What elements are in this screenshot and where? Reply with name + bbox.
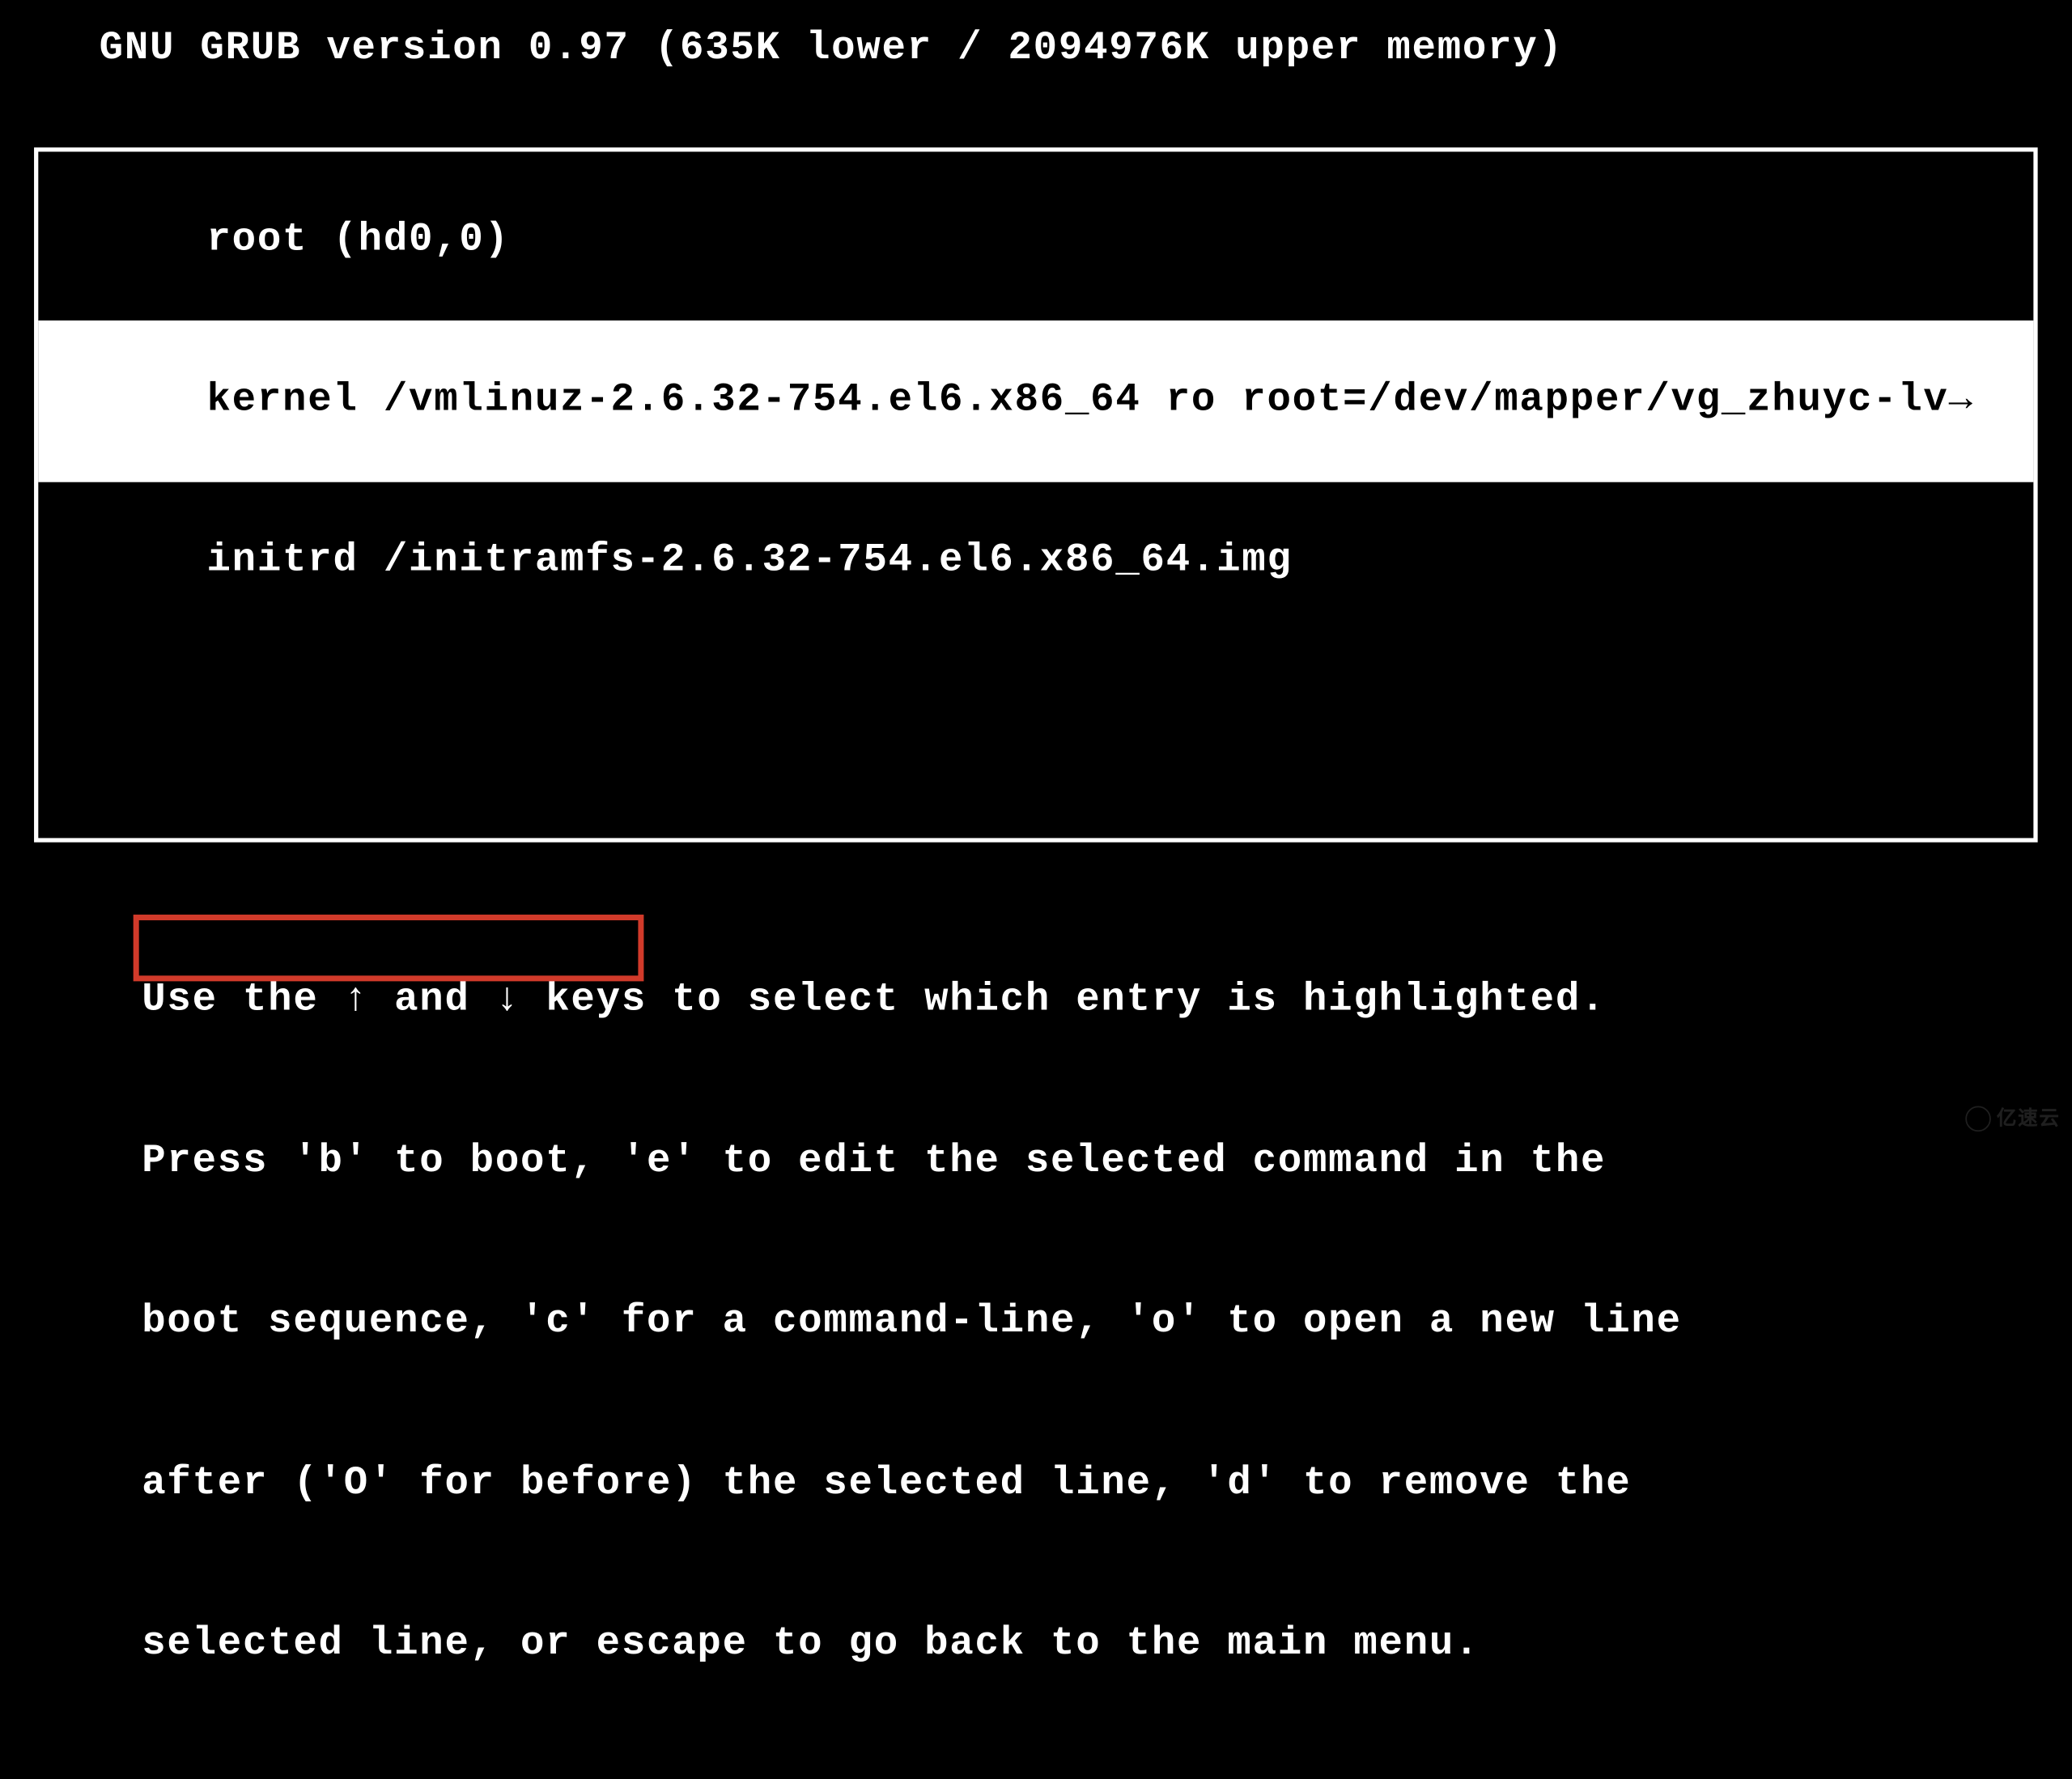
menu-entry-text: initrd /initramfs-2.6.32-754.el6.x86_64.… bbox=[206, 539, 1292, 583]
menu-entry-text: root (hd0,0) bbox=[206, 218, 509, 261]
grub-menu-box[interactable]: root (hd0,0) kernel /vmlinuz-2.6.32-754.… bbox=[34, 147, 2038, 842]
watermark: 亿速云 bbox=[1965, 1105, 2060, 1132]
help-line: Press 'b' to boot, 'e' to edit the selec… bbox=[142, 1136, 2071, 1189]
help-line: after ('O' for before) the selected line… bbox=[142, 1457, 2071, 1510]
menu-entry-text: kernel /vmlinuz-2.6.32-754.el6.x86_64 ro… bbox=[206, 379, 1973, 422]
menu-entry-root[interactable]: root (hd0,0) bbox=[38, 160, 2033, 321]
watermark-icon bbox=[1965, 1106, 1991, 1132]
watermark-text: 亿速云 bbox=[1997, 1105, 2061, 1132]
grub-screen: GNU GRUB version 0.97 (635K lower / 2094… bbox=[0, 0, 2072, 1137]
help-line: Use the ↑ and ↓ keys to select which ent… bbox=[142, 974, 2071, 1028]
menu-entry-kernel[interactable]: kernel /vmlinuz-2.6.32-754.el6.x86_64 ro… bbox=[38, 321, 2033, 482]
grub-header: GNU GRUB version 0.97 (635K lower / 2094… bbox=[0, 0, 2072, 76]
grub-title: GNU GRUB version 0.97 (635K lower / 2094… bbox=[100, 27, 1564, 70]
menu-entry-initrd[interactable]: initrd /initramfs-2.6.32-754.el6.x86_64.… bbox=[38, 482, 2033, 643]
grub-help-text: Use the ↑ and ↓ keys to select which ent… bbox=[142, 868, 2071, 1779]
help-line: boot sequence, 'c' for a command-line, '… bbox=[142, 1297, 2071, 1350]
help-line: selected line, or escape to go back to t… bbox=[142, 1618, 2071, 1671]
